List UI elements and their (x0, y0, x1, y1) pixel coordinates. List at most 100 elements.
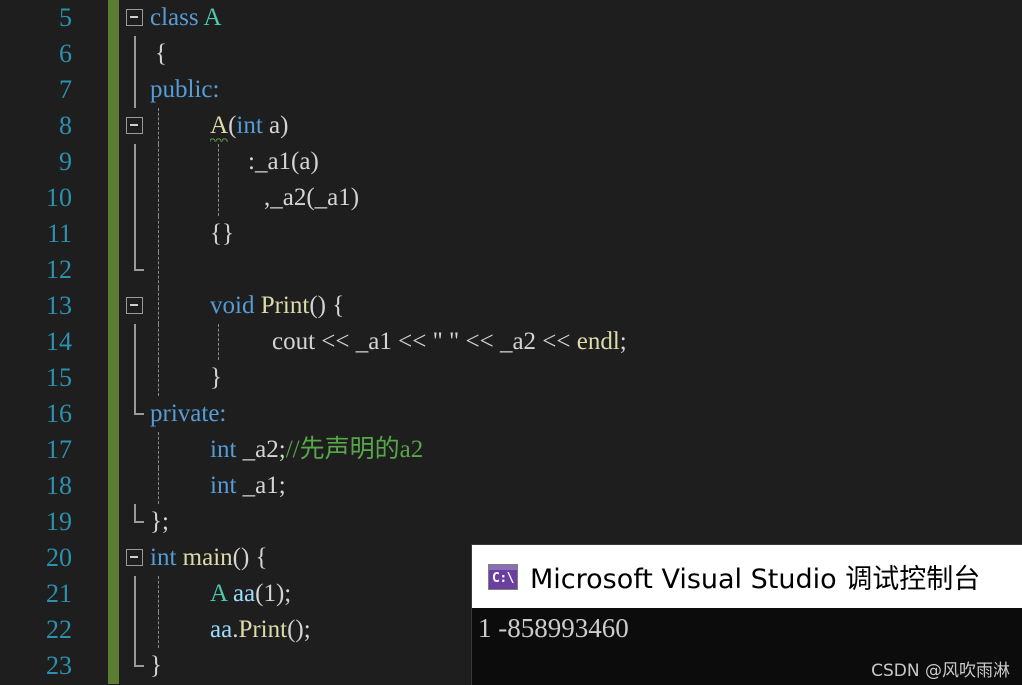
token-punct: ) (280, 112, 289, 139)
code-text: int main() { (150, 540, 268, 576)
code-line[interactable]: 13 void Print() { (0, 288, 1022, 324)
code-line[interactable]: 8 A(int a) (0, 108, 1022, 144)
code-line[interactable]: 9 :_a1(a) (0, 144, 1022, 180)
fold-guide-line-end (134, 648, 142, 667)
console-title-bar[interactable]: C:\ Microsoft Visual Studio 调试控制台 (472, 545, 1022, 608)
line-number: 8 (59, 111, 72, 140)
csdn-watermark: CSDN @风吹雨淋 (871, 661, 1010, 681)
code-text: cout << _a1 << " " << _a2 << endl; (272, 324, 627, 360)
token-brace: }; (150, 508, 169, 535)
change-bar (108, 324, 119, 360)
line-number: 15 (46, 363, 72, 392)
token-operator: << (391, 328, 433, 355)
change-bar (108, 72, 119, 108)
code-line[interactable]: 11 {} (0, 216, 1022, 252)
intellisense-squiggle: A (210, 108, 229, 144)
change-bar (108, 468, 119, 504)
fold-guide-line-end (134, 504, 142, 523)
code-line[interactable]: 12 (0, 252, 1022, 288)
code-line[interactable]: 18 int _a1; (0, 468, 1022, 504)
code-line[interactable]: 7 public: (0, 72, 1022, 108)
line-number: 17 (46, 435, 72, 464)
token-brace: } (150, 652, 162, 679)
code-line[interactable]: 6 { (0, 36, 1022, 72)
console-window-title: Microsoft Visual Studio 调试控制台 (530, 564, 981, 595)
debug-console-window[interactable]: C:\ Microsoft Visual Studio 调试控制台 1 -858… (472, 545, 1022, 685)
token-punct: () { (232, 544, 268, 571)
code-text: public: (150, 72, 219, 108)
token-endl: endl (576, 328, 620, 355)
console-output-area[interactable]: 1 -858993460 CSDN @风吹雨淋 (472, 608, 1022, 685)
code-text: { (155, 36, 167, 72)
line-number: 16 (46, 399, 72, 428)
change-bar (108, 216, 119, 252)
line-number: 23 (46, 651, 72, 680)
code-text: ,_a2(_a1) (264, 180, 359, 216)
change-bar (108, 648, 119, 684)
console-icon-glyph: C:\ (492, 571, 514, 586)
indent-guide-line (158, 288, 159, 324)
fold-toggle-icon[interactable] (126, 549, 143, 566)
code-line[interactable]: 14 cout << _a1 << " " << _a2 << endl; (0, 324, 1022, 360)
change-bar (108, 504, 119, 540)
change-bar (108, 432, 119, 468)
code-text: aa.Print(); (210, 612, 311, 648)
line-number: 12 (46, 255, 72, 284)
token-brace: { (155, 40, 167, 67)
code-line[interactable]: 19 }; (0, 504, 1022, 540)
token-identifier: cout (272, 328, 316, 355)
indent-guide-line (158, 612, 159, 648)
fold-toggle-icon[interactable] (126, 297, 143, 314)
fold-guide-line (134, 180, 136, 216)
fold-guide-line (134, 324, 136, 360)
indent-guide-line (158, 432, 159, 468)
code-line[interactable]: 16 private: (0, 396, 1022, 432)
fold-toggle-icon[interactable] (126, 9, 143, 26)
fold-guide-line-end (134, 252, 142, 271)
fold-guide-line (134, 576, 136, 612)
change-bar (108, 144, 119, 180)
token-semicolon: ; (619, 328, 627, 355)
code-line[interactable]: 10 ,_a2(_a1) (0, 180, 1022, 216)
token-identifier: a (269, 112, 281, 139)
token-type: A (203, 4, 222, 31)
token-brace: } (210, 364, 222, 391)
indent-guide-line (158, 252, 159, 288)
screen: 5 class A 6 { 7 public: 8 A(int a) 9:_a… (0, 0, 1022, 685)
line-number: 18 (46, 471, 72, 500)
line-number: 10 (46, 183, 72, 212)
token-identifier: _a1; (236, 472, 286, 499)
token-brace: {} (210, 220, 234, 247)
token-punct: ); (275, 580, 292, 607)
code-text: int _a1; (210, 468, 286, 504)
fold-guide-line (134, 144, 136, 180)
line-number: 5 (59, 3, 72, 32)
token-keyword: class (150, 4, 199, 31)
token-function: main (176, 544, 233, 571)
code-line[interactable]: 15 } (0, 360, 1022, 396)
code-line[interactable]: 5 class A (0, 0, 1022, 36)
token-function: Print (238, 616, 288, 643)
code-line[interactable]: 17 int _a2;//先声明的a2 (0, 432, 1022, 468)
console-icon-titlebar (489, 564, 517, 570)
token-init-list: :_a1(a) (248, 148, 319, 175)
change-bar (108, 540, 119, 576)
fold-guide-line (134, 612, 136, 648)
fold-guide-line (134, 72, 136, 108)
code-text: :_a1(a) (248, 144, 319, 180)
fold-toggle-icon[interactable] (126, 117, 143, 134)
token-init-list: ,_a2(_a1) (264, 184, 360, 211)
code-text: void Print() { (210, 288, 344, 324)
code-text: }; (150, 504, 169, 540)
indent-guide-line (158, 468, 159, 504)
indent-guide-line (218, 144, 219, 180)
fold-guide-line (134, 36, 136, 72)
change-bar (108, 180, 119, 216)
line-number: 14 (46, 327, 72, 356)
fold-guide-line-end (134, 396, 142, 415)
line-number: 20 (46, 543, 72, 572)
change-bar (108, 252, 119, 288)
code-text: {} (210, 216, 234, 252)
token-type: A (210, 580, 227, 607)
token-comment: //先声明的a2 (285, 436, 424, 463)
